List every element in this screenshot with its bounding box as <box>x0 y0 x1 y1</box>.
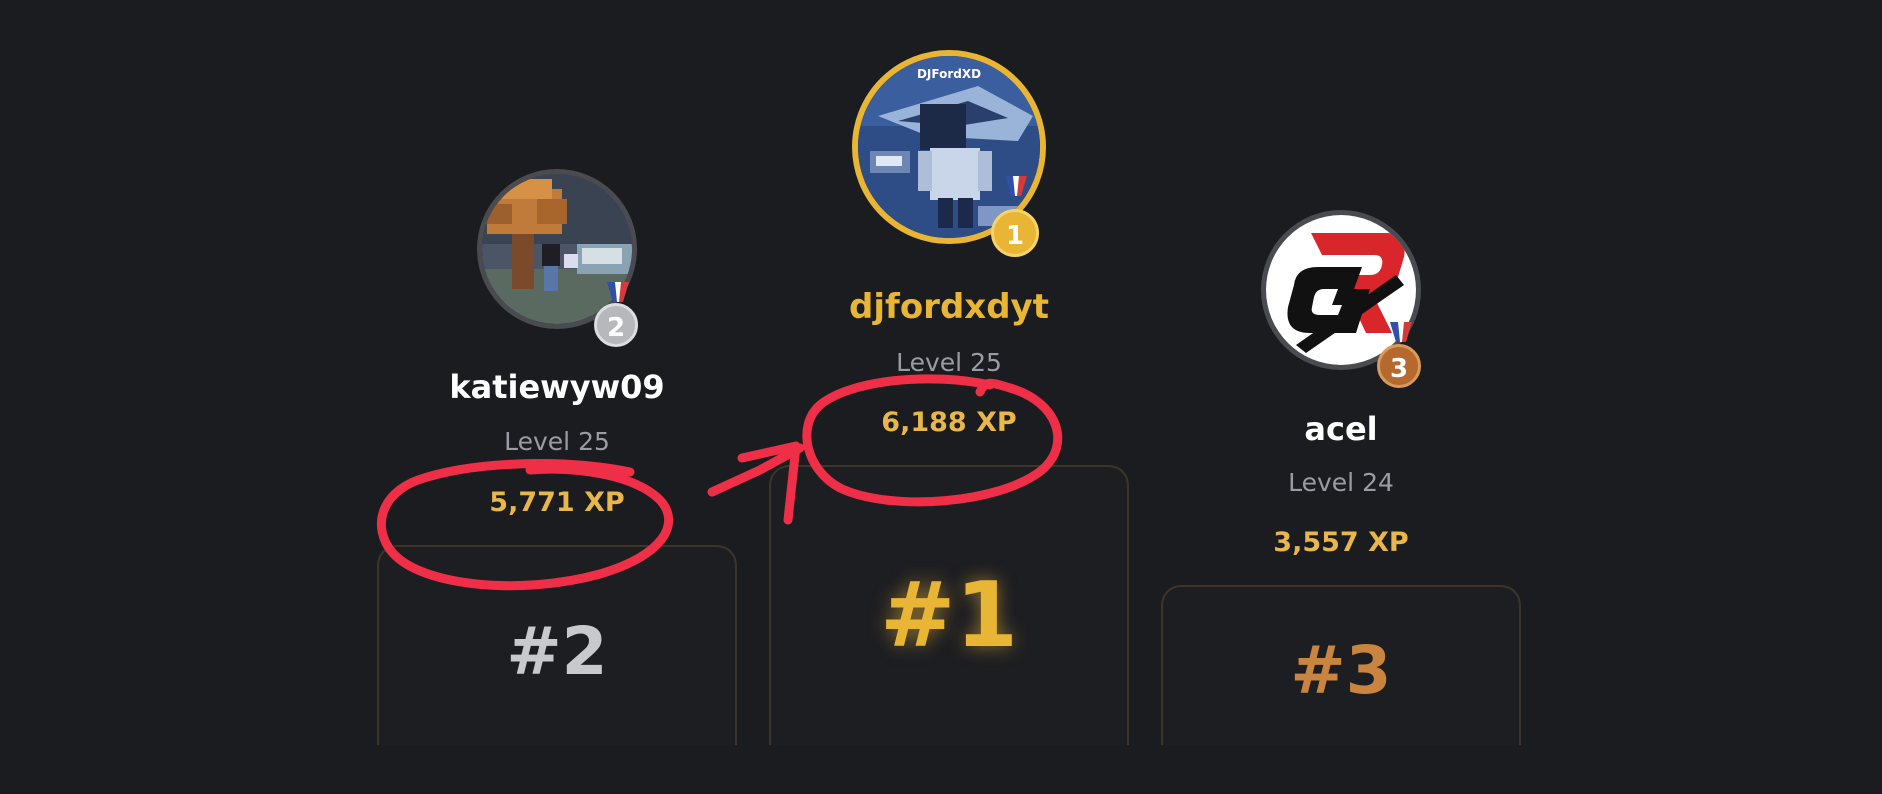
level-label: Level 24 <box>1288 468 1394 497</box>
medal-number: 3 <box>1389 354 1409 384</box>
bronze-medal-badge: 3 <box>1377 344 1421 388</box>
gold-medal-badge: 1 <box>991 209 1039 257</box>
silver-medal-badge: 2 <box>594 303 638 347</box>
avatar-caption: DJFordXD <box>917 67 981 81</box>
username[interactable]: katiewyw09 <box>377 368 737 406</box>
xp-value: 6,188 XP <box>881 407 1017 438</box>
xp-value: 5,771 XP <box>489 487 625 518</box>
podium-block-second: #2 <box>377 545 737 745</box>
username[interactable]: acel <box>1161 410 1521 448</box>
xp-value: 3,557 XP <box>1273 527 1409 558</box>
medal-ribbon-icon <box>1003 176 1029 200</box>
medal-number: 1 <box>1005 221 1025 251</box>
medal-number: 2 <box>606 313 626 343</box>
medal-ribbon-icon <box>1388 322 1414 346</box>
level-label: Level 25 <box>896 348 1002 377</box>
podium-block-first: #1 <box>769 465 1129 745</box>
level-label: Level 25 <box>504 427 610 456</box>
rank-label: #3 <box>1290 632 1392 709</box>
rank-label: #2 <box>506 613 608 690</box>
username[interactable]: djfordxdyt <box>769 287 1129 327</box>
podium-block-third: #3 <box>1161 585 1521 745</box>
rank-label: #1 <box>879 563 1019 668</box>
